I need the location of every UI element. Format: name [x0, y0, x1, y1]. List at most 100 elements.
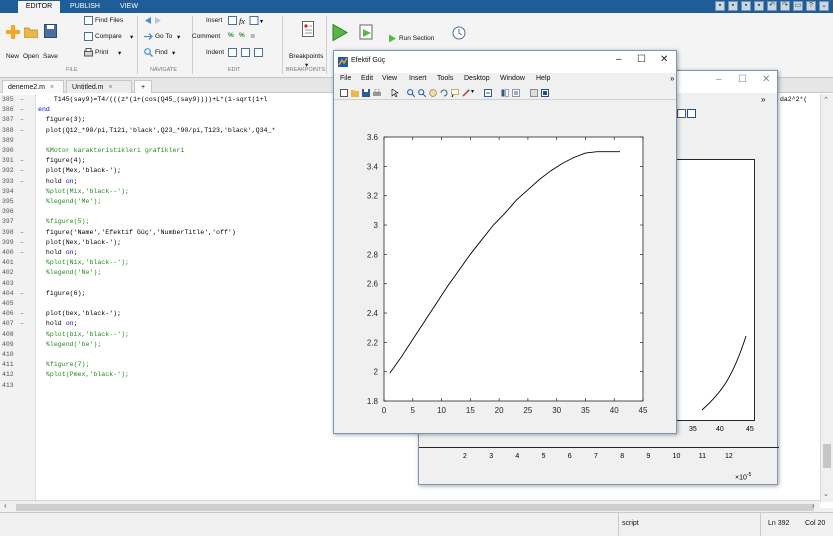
breakpoints-button[interactable]: Breakpoints [289, 53, 323, 60]
code-line[interactable]: plot(Nex,'black-'); [38, 238, 121, 248]
menu-view[interactable]: View [382, 75, 397, 82]
colorbar-icon[interactable] [501, 89, 509, 97]
help-icon[interactable]: ? [806, 1, 816, 11]
scroll-down-icon[interactable]: ⌄ [823, 490, 829, 498]
uncomment-percent-icon[interactable]: % [239, 32, 245, 39]
switch-windows-icon[interactable]: ▭ [793, 1, 803, 11]
open-button[interactable]: Open [23, 53, 39, 60]
code-line[interactable]: T145(say9)=T4/(((z*(1+(cos(Q45_(say9))))… [38, 95, 268, 105]
maximize-icon[interactable]: ☐ [738, 74, 747, 85]
code-line[interactable]: end [38, 105, 50, 115]
code-line[interactable]: plot(Q12_*90/pi,T121,'black',Q23_*90/pi,… [38, 126, 276, 136]
back-forward-icon[interactable] [144, 16, 162, 25]
code-line[interactable]: figure(3); [38, 115, 86, 125]
menu-window[interactable]: Window [500, 75, 525, 82]
data-cursor-icon[interactable] [451, 89, 459, 97]
comment-button[interactable]: Comment [192, 33, 220, 40]
code-line[interactable]: figure(4); [38, 156, 86, 166]
tab-view[interactable]: VIEW [110, 1, 148, 13]
print-button[interactable]: Print [95, 49, 108, 56]
new-tab-button[interactable]: + [134, 80, 152, 93]
menu-tools[interactable]: Tools [437, 75, 453, 82]
find-button[interactable]: Find [155, 49, 168, 56]
print-figure-icon[interactable] [373, 89, 381, 97]
code-line[interactable]: %plot(Nix,'black--'); [38, 258, 129, 268]
pan-icon[interactable] [429, 89, 437, 97]
copy-quick-icon[interactable]: ▪ [728, 1, 738, 11]
tab-publish[interactable]: PUBLISH [64, 1, 106, 13]
menu-help[interactable]: Help [536, 75, 550, 82]
save-quick-icon[interactable]: ▪ [715, 1, 725, 11]
find-files-button[interactable]: Find Files [95, 17, 123, 24]
close-tab-icon[interactable]: × [50, 84, 54, 91]
code-line[interactable]: %figure(5); [38, 217, 90, 227]
menu-file[interactable]: File [340, 75, 351, 82]
rotate-3d-icon[interactable] [440, 89, 448, 97]
code-line[interactable]: plot(Mex,'black-'); [38, 166, 121, 176]
menu-desktop[interactable]: Desktop [464, 75, 490, 82]
close-icon[interactable]: ✕ [762, 74, 770, 85]
link-plot-icon[interactable] [484, 89, 492, 97]
code-line[interactable]: %plot(bix,'black--'); [38, 330, 129, 340]
wrap-comments-icon[interactable]: ≣ [250, 32, 255, 40]
redo-quick-icon[interactable]: ↷ [780, 1, 790, 11]
scrollbar-thumb[interactable] [823, 444, 831, 468]
code-line[interactable]: hold on; [38, 319, 78, 329]
save-button[interactable]: Save [43, 53, 58, 60]
legend-icon[interactable] [512, 89, 520, 97]
insert-button[interactable]: Insert [206, 17, 222, 24]
code-line[interactable]: %Motor karakteristikleri grafikleri [38, 146, 185, 156]
compare-dropdown-icon[interactable]: ▾ [130, 33, 133, 41]
run-and-advance-icon[interactable] [359, 24, 375, 41]
run-icon[interactable] [332, 24, 348, 41]
code-line[interactable]: %plot(Mix,'black--'); [38, 187, 129, 197]
back-figure-toolbar-icons[interactable] [677, 109, 697, 118]
new-figure-icon[interactable] [340, 89, 348, 97]
code-line[interactable]: %legend('Me'); [38, 197, 101, 207]
menu-insert[interactable]: Insert [409, 75, 427, 82]
show-plot-tools-icon[interactable] [541, 89, 549, 97]
close-tab-icon[interactable]: × [108, 84, 112, 91]
code-line[interactable]: figure('Name','Efektif Güç','NumberTitle… [38, 228, 236, 238]
new-button[interactable]: New [6, 53, 19, 60]
paste-quick-icon[interactable]: ▪ [754, 1, 764, 11]
print-dropdown-icon[interactable]: ▾ [118, 49, 121, 57]
code-line[interactable]: %legend('Ne'); [38, 268, 101, 278]
editor-tab-deneme2[interactable]: deneme2.m × [2, 80, 64, 93]
find-dropdown-icon[interactable]: ▾ [172, 49, 175, 57]
code-line[interactable]: plot(bex,'black-'); [38, 309, 121, 319]
horizontal-scrollbar[interactable]: ‹ › [0, 500, 820, 512]
vertical-scrollbar[interactable]: ⌃ ⌄ [820, 94, 833, 502]
code-line[interactable]: %legend('be'); [38, 340, 101, 350]
toolbar-overflow-icon[interactable]: » [761, 95, 765, 104]
code-line[interactable]: hold on; [38, 177, 78, 187]
run-and-time-icon[interactable] [452, 24, 468, 41]
code-line[interactable]: hold on; [38, 248, 78, 258]
dropdown-icon[interactable]: ⌄ [819, 1, 829, 11]
indent-icons[interactable] [228, 48, 264, 57]
minimize-icon[interactable]: – [616, 54, 622, 65]
open-file-icon[interactable] [351, 89, 359, 97]
hide-plot-tools-icon[interactable] [530, 89, 538, 97]
brush-dropdown-icon[interactable]: ▾ [471, 88, 479, 96]
save-figure-icon[interactable] [362, 89, 370, 97]
comment-percent-icon[interactable]: % [228, 32, 234, 39]
compare-button[interactable]: Compare [95, 33, 122, 40]
minimize-icon[interactable]: – [716, 74, 722, 85]
code-line[interactable]: %plot(Pmex,'black-'); [38, 370, 129, 380]
indent-button[interactable]: Indent [206, 49, 224, 56]
cut-quick-icon[interactable]: ▪ [741, 1, 751, 11]
brush-icon[interactable] [462, 89, 470, 97]
code-line[interactable]: %figure(7); [38, 360, 90, 370]
menu-edit[interactable]: Edit [361, 75, 373, 82]
goto-dropdown-icon[interactable]: ▾ [177, 33, 180, 41]
tab-editor[interactable]: EDITOR [18, 1, 60, 13]
zoom-in-icon[interactable] [407, 89, 415, 97]
close-icon[interactable]: ✕ [660, 54, 668, 65]
scroll-left-icon[interactable]: ‹ [4, 501, 7, 510]
zoom-out-icon[interactable] [418, 89, 426, 97]
figure-window-efektif-guc[interactable]: Efektif Güç – ☐ ✕ File Edit View Insert … [333, 50, 677, 434]
editor-tab-untitled[interactable]: Untitled.m × [66, 80, 132, 93]
hscrollbar-thumb[interactable] [16, 504, 814, 511]
insert-tools-icon[interactable]: fx ▾ [228, 16, 264, 25]
